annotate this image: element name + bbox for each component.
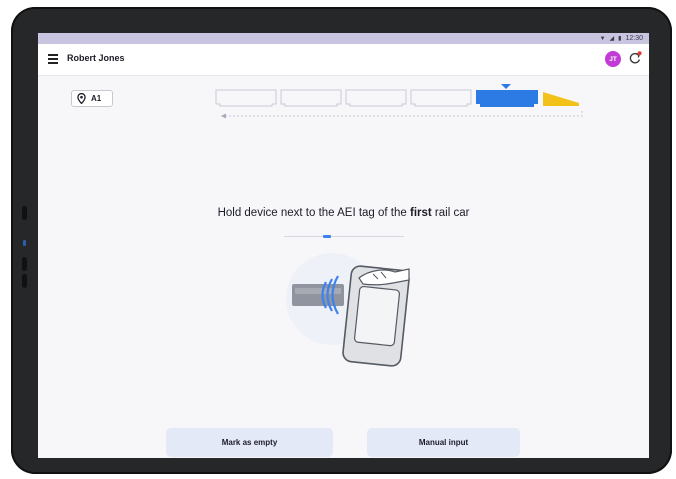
camera-dot [22,206,27,220]
user-name: Robert Jones [67,53,125,63]
manual-input-button[interactable]: Manual input [367,428,520,457]
instruction-text: Hold device next to the AEI tag of the f… [38,207,649,219]
avatar-initials: JT [609,55,617,63]
location-chip[interactable]: A1 [71,90,113,107]
wifi-icon: ▼ [599,35,606,42]
location-label: A1 [91,94,102,103]
side-button [22,274,27,288]
rail-car-empty [345,89,407,107]
rail-car-empty [215,89,277,107]
indicator-led [23,240,26,246]
rfid-scan-illustration [286,253,410,367]
locomotive [543,92,579,106]
app-screen: ▼ ◢ ▮ 12:30 Robert Jones JT A1 Hold devi… [38,33,649,458]
side-button [22,257,27,271]
rail-car-active [476,90,538,107]
signal-icon: ◢ [609,35,615,42]
train-diagram [215,84,583,119]
rail-car-empty [280,89,342,107]
current-car-marker-icon [501,84,511,89]
scan-progress-indicator [323,235,331,238]
mark-as-empty-button[interactable]: Mark as empty [166,428,333,457]
app-bar: Robert Jones JT [38,44,649,76]
location-pin-icon [77,93,86,104]
status-bar: ▼ ◢ ▮ 12:30 [38,33,649,44]
rail-car-empty [410,89,472,107]
hamburger-menu-icon[interactable] [48,54,58,64]
scan-progress-track [284,235,404,238]
avatar[interactable]: JT [605,51,621,67]
sync-icon[interactable] [628,51,642,65]
instruction-after: rail car [431,207,470,219]
direction-line [221,109,583,117]
scan-panel: A1 Hold device next to the AEI tag of th… [38,76,649,458]
direction-arrow-icon [221,113,226,119]
instruction-before: Hold device next to the AEI tag of the [217,207,410,219]
battery-icon: ▮ [618,35,622,42]
status-time: 12:30 [625,35,643,42]
instruction-emphasis: first [410,207,432,219]
